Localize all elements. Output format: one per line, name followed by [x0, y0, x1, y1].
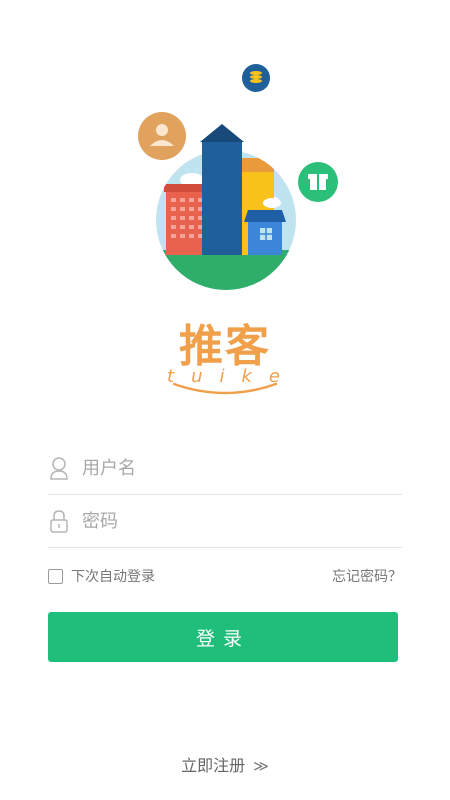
lock-icon	[48, 508, 70, 534]
double-chevron-right-icon: ≫	[253, 757, 269, 775]
remember-me[interactable]: 下次自动登录	[48, 566, 155, 586]
coins-icon	[242, 64, 270, 92]
username-field	[48, 442, 402, 495]
password-input[interactable]	[82, 510, 402, 532]
login-button[interactable]: 登录	[48, 612, 398, 662]
username-input[interactable]	[82, 457, 402, 479]
register-link[interactable]: 立即注册 ≫	[0, 752, 450, 776]
gift-icon	[298, 162, 338, 202]
login-options: 下次自动登录 忘记密码？	[48, 566, 402, 588]
brand-logo: 推客 tuike	[0, 310, 450, 400]
password-field	[48, 495, 402, 548]
hero-illustration	[138, 64, 338, 290]
forgot-password-link[interactable]: 忘记密码？	[332, 566, 402, 586]
brand-name-cn: 推客	[179, 321, 271, 372]
logo-smile-icon	[172, 382, 278, 395]
register-label: 立即注册	[181, 756, 246, 775]
user-icon	[48, 455, 70, 481]
remember-label: 下次自动登录	[71, 569, 155, 585]
remember-checkbox[interactable]	[48, 568, 63, 584]
user-icon	[138, 112, 186, 160]
